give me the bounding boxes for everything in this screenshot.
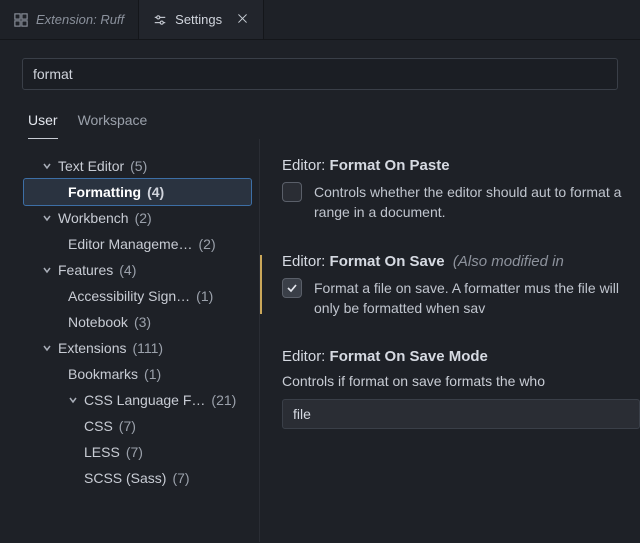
settings-search-container: [0, 40, 640, 100]
tree-item-css[interactable]: CSS (7): [24, 413, 251, 439]
tree-count: (7): [126, 444, 143, 460]
tab-label: Settings: [175, 12, 222, 27]
settings-scope-tabs: User Workspace: [0, 100, 640, 139]
tree-label: Workbench: [58, 210, 129, 226]
tree-item-editor-management[interactable]: Editor Manageme… (2): [24, 231, 251, 257]
tree-label: Editor Manageme…: [68, 236, 193, 252]
tree-item-accessibility-signals[interactable]: Accessibility Sign… (1): [24, 283, 251, 309]
tree-label: CSS Language F…: [84, 392, 205, 408]
chevron-down-icon: [68, 395, 78, 405]
setting-key: Format On Save: [330, 253, 445, 270]
tab-extension-ruff[interactable]: Extension: Ruff: [0, 0, 139, 39]
editor-tabbar: Extension: Ruff Settings: [0, 0, 640, 40]
format-on-save-mode-select[interactable]: [282, 399, 640, 429]
tree-item-bookmarks[interactable]: Bookmarks (1): [24, 361, 251, 387]
chevron-down-icon: [42, 265, 52, 275]
tree-count: (2): [199, 236, 216, 252]
tree-count: (7): [119, 418, 136, 434]
tab-settings[interactable]: Settings: [139, 0, 264, 39]
tree-item-css-language-features[interactable]: CSS Language F… (21): [24, 387, 251, 413]
tree-count: (111): [132, 340, 163, 356]
tree-count: (7): [172, 470, 189, 486]
setting-key: Format On Save Mode: [330, 348, 488, 365]
tab-label: Extension: Ruff: [36, 12, 124, 27]
tree-count: (1): [196, 288, 213, 304]
chevron-down-icon: [42, 213, 52, 223]
tree-label: Formatting: [68, 184, 141, 200]
tree-item-less[interactable]: LESS (7): [24, 439, 251, 465]
tree-count: (3): [134, 314, 151, 330]
tree-count: (4): [119, 262, 136, 278]
scope-tab-user[interactable]: User: [28, 106, 58, 139]
setting-owner: Editor:: [282, 253, 325, 270]
tree-item-notebook[interactable]: Notebook (3): [24, 309, 251, 335]
tree-item-text-editor[interactable]: Text Editor (5): [24, 153, 251, 179]
tree-item-scss[interactable]: SCSS (Sass) (7): [24, 465, 251, 491]
tree-item-formatting[interactable]: Formatting (4): [24, 179, 251, 205]
setting-key: Format On Paste: [330, 157, 450, 174]
setting-description: Controls whether the editor should aut t…: [314, 182, 640, 223]
tree-item-features[interactable]: Features (4): [24, 257, 251, 283]
tree-label: Notebook: [68, 314, 128, 330]
setting-title: Editor: Format On Save (Also modified in: [282, 253, 640, 270]
extensions-icon: [14, 13, 28, 27]
format-on-paste-checkbox[interactable]: [282, 182, 302, 202]
tree-label: Extensions: [58, 340, 126, 356]
close-icon[interactable]: [236, 12, 249, 28]
tree-item-workbench[interactable]: Workbench (2): [24, 205, 251, 231]
tree-label: Features: [58, 262, 113, 278]
format-on-save-checkbox[interactable]: [282, 278, 302, 298]
tree-label: CSS: [84, 418, 113, 434]
scope-tab-workspace[interactable]: Workspace: [78, 106, 148, 139]
tree-count: (1): [144, 366, 161, 382]
setting-description: Format a file on save. A formatter mus t…: [314, 278, 640, 319]
tree-count: (2): [135, 210, 152, 226]
settings-panel: Editor: Format On Paste Controls whether…: [260, 139, 640, 542]
tree-label: Text Editor: [58, 158, 124, 174]
chevron-down-icon: [42, 343, 52, 353]
tree-label: SCSS (Sass): [84, 470, 166, 486]
settings-category-tree: Text Editor (5) Formatting (4) Workbench…: [0, 139, 260, 542]
setting-format-on-save: Editor: Format On Save (Also modified in…: [282, 253, 640, 319]
tree-label: Accessibility Sign…: [68, 288, 190, 304]
tree-label: Bookmarks: [68, 366, 138, 382]
chevron-down-icon: [42, 161, 52, 171]
setting-format-on-save-mode: Editor: Format On Save Mode Controls if …: [282, 348, 640, 429]
setting-description: Controls if format on save formats the w…: [282, 373, 640, 389]
tree-count: (21): [211, 392, 236, 408]
tree-item-extensions[interactable]: Extensions (111): [24, 335, 251, 361]
setting-title: Editor: Format On Paste: [282, 157, 640, 174]
setting-modified-note: (Also modified in: [453, 253, 564, 270]
setting-format-on-paste: Editor: Format On Paste Controls whether…: [282, 157, 640, 223]
setting-owner: Editor:: [282, 157, 325, 174]
setting-owner: Editor:: [282, 348, 325, 365]
tree-count: (5): [130, 158, 147, 174]
tree-count: (4): [147, 184, 164, 200]
settings-search-input[interactable]: [22, 58, 618, 90]
settings-icon: [153, 13, 167, 27]
tree-label: LESS: [84, 444, 120, 460]
setting-title: Editor: Format On Save Mode: [282, 348, 640, 365]
